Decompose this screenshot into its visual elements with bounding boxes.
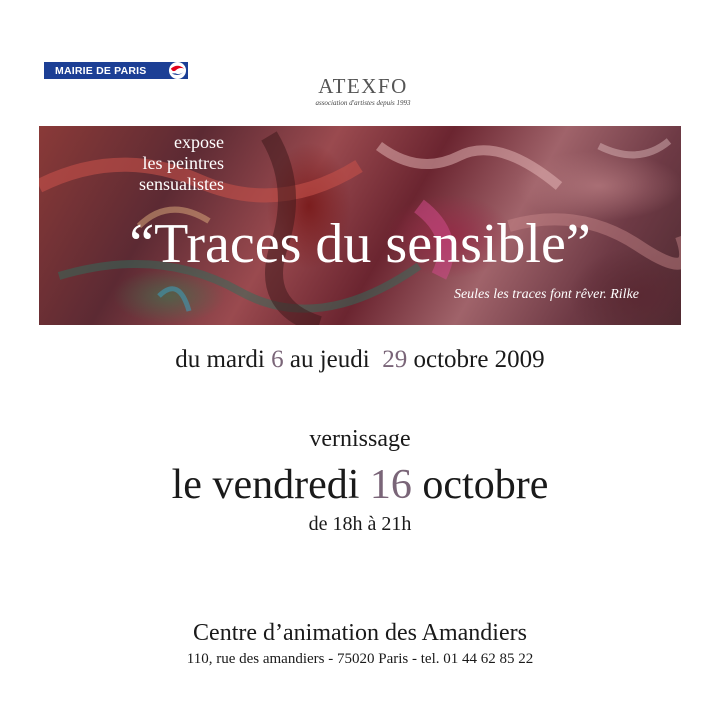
vernissage-hours: de 18h à 21h	[308, 513, 412, 535]
exhibition-banner: expose les peintres sensualistes “Traces…	[39, 126, 681, 325]
end-day: 29	[382, 346, 408, 373]
vernissage-label: vernissage	[309, 426, 411, 452]
paris-emblem-icon	[168, 61, 187, 80]
venue-address: 110, rue des amandiers - 75020 Paris - t…	[186, 651, 534, 667]
mairie-de-paris-logo: MAIRIE DE PARIS	[44, 61, 188, 80]
vernissage-date: le vendredi 16 octobre	[0, 460, 720, 510]
org-name: ATEXFO	[318, 74, 408, 98]
dates-suffix: octobre 2009	[407, 346, 545, 373]
rilke-quote: Seules les traces font rêver. Rilke	[453, 287, 639, 302]
vernissage-day: 16	[369, 462, 412, 508]
vernissage-suffix: octobre	[411, 462, 549, 508]
start-day: 6	[271, 346, 284, 373]
mairie-logo-text: MAIRIE DE PARIS	[55, 64, 147, 77]
venue-name: Centre d’animation des Amandiers	[193, 620, 527, 646]
expose-line: sensualistes	[139, 174, 224, 194]
dates-prefix: du mardi	[175, 346, 272, 373]
exhibit-subtitle: expose les peintres sensualistes	[39, 132, 224, 195]
org-tagline: association d'artistes depuis 1993	[315, 99, 411, 107]
dates-middle: au jeudi	[283, 346, 383, 373]
exhibition-dates: du mardi 6 au jeudi 29 octobre 2009	[0, 346, 720, 374]
vernissage-prefix: le vendredi	[171, 462, 370, 508]
expose-line: expose	[174, 132, 224, 152]
atexfo-header: ATEXFO association d'artistes depuis 199…	[298, 74, 428, 108]
expose-line: les peintres	[142, 153, 224, 173]
exhibit-title: “Traces du sensible”	[129, 213, 591, 275]
